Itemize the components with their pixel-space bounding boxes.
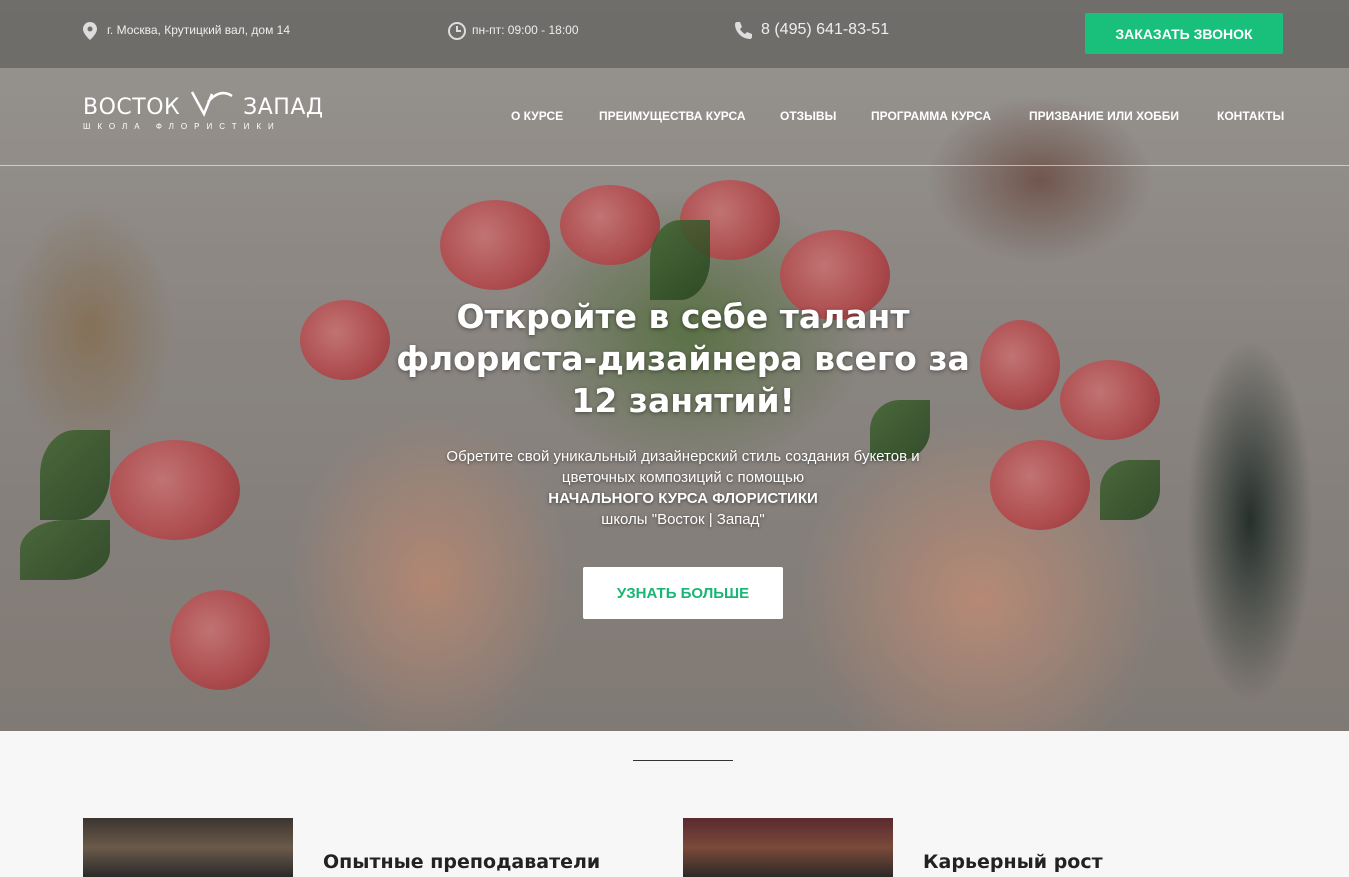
hero-subtext: Обретите свой уникальный дизайнерский ст… [400, 446, 966, 530]
learn-more-button[interactable]: УЗНАТЬ БОЛЬШЕ [583, 567, 783, 619]
address-text: г. Москва, Крутицкий вал, дом 14 [107, 23, 290, 37]
feature-title-teachers: Опытные преподаватели [323, 851, 601, 873]
nav-item-about[interactable]: О КУРСЕ [511, 109, 563, 123]
nav-divider [0, 165, 1349, 166]
nav-item-reviews[interactable]: ОТЗЫВЫ [780, 109, 836, 123]
section-divider [633, 760, 733, 761]
feature-image-career [683, 818, 893, 877]
headline-line-3: 12 занятий! [571, 381, 795, 420]
phone-block: 8 (495) 641-83-51 [733, 21, 889, 39]
address-block: г. Москва, Крутицкий вал, дом 14 [83, 22, 290, 40]
subtext-line-3: школы "Восток | Запад" [601, 511, 765, 528]
clock-icon [448, 22, 466, 40]
nav-item-contacts[interactable]: КОНТАКТЫ [1217, 109, 1284, 123]
headline-line-2: флориста-дизайнера всего за [396, 339, 970, 378]
hours-text: пн-пт: 09:00 - 18:00 [472, 23, 579, 37]
hero-headline: Откройте в себе талант флориста-дизайнер… [380, 296, 986, 422]
nav-item-calling[interactable]: ПРИЗВАНИЕ ИЛИ ХОББИ [1029, 109, 1179, 123]
subtext-strong: НАЧАЛЬНОГО КУРСА ФЛОРИСТИКИ [548, 490, 818, 507]
order-call-button[interactable]: ЗАКАЗАТЬ ЗВОНОК [1085, 13, 1283, 54]
top-bar: г. Москва, Крутицкий вал, дом 14 пн-пт: … [0, 0, 1349, 68]
nav-item-program[interactable]: ПРОГРАММА КУРСА [871, 109, 991, 123]
hours-block: пн-пт: 09:00 - 18:00 [448, 22, 579, 40]
feature-title-career: Карьерный рост [923, 851, 1103, 873]
subtext-line-1: Обретите свой уникальный дизайнерский ст… [446, 448, 920, 465]
feature-image-teachers [83, 818, 293, 877]
nav-item-advantages[interactable]: ПРЕИМУЩЕСТВА КУРСА [599, 109, 746, 123]
main-nav: О КУРСЕ ПРЕИМУЩЕСТВА КУРСА ОТЗЫВЫ ПРОГРА… [0, 109, 1349, 129]
headline-line-1: Откройте в себе талант [456, 297, 910, 336]
phone-number[interactable]: 8 (495) 641-83-51 [761, 21, 889, 39]
subtext-line-2: цветочных композиций с помощью [561, 469, 805, 486]
map-pin-icon [83, 22, 99, 40]
phone-icon [733, 21, 753, 39]
